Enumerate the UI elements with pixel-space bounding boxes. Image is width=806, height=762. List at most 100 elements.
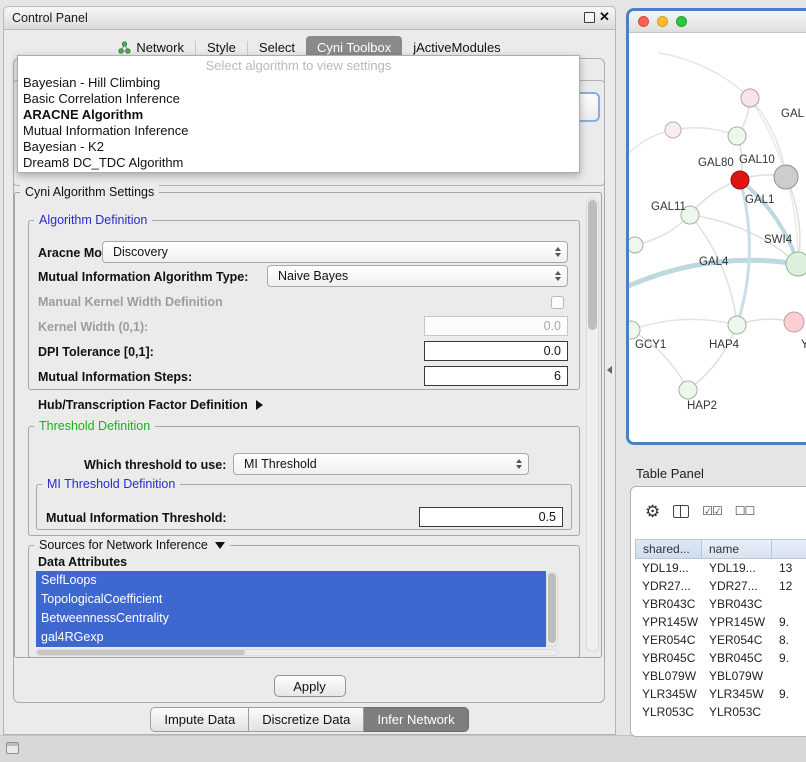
table-cell: 13 (772, 561, 806, 575)
status-strip (0, 735, 806, 762)
table-row[interactable]: YER054CYER054C8. (635, 631, 806, 649)
attributes-list-vscrollbar-thumb[interactable] (548, 573, 556, 643)
mi-steps-input[interactable]: 6 (424, 366, 568, 386)
network-edge[interactable] (673, 128, 737, 136)
network-canvas[interactable]: GALGAL80GAL10GAL11GAL1SWI4GAL4GCY1HAP4HA… (629, 33, 806, 442)
float-window-icon[interactable] (584, 12, 595, 23)
sources-group-title-row[interactable]: Sources for Network Inference (34, 538, 230, 552)
column-header-extra[interactable] (772, 539, 806, 559)
dropdown-item-selected[interactable]: ARACNE Algorithm (18, 107, 579, 123)
network-node[interactable] (741, 89, 759, 107)
splitter-collapse-arrow[interactable] (607, 366, 612, 374)
close-icon[interactable]: ✕ (599, 9, 610, 25)
combo-arrows-icon (516, 459, 522, 469)
collapsed-arrow-icon[interactable] (256, 400, 263, 410)
node-label: SWI4 (764, 234, 793, 246)
network-edge[interactable] (659, 53, 750, 98)
control-panel-titlebar[interactable] (3, 6, 616, 30)
table-cell: YPR145W (635, 615, 702, 629)
table-cell: YDL19... (635, 561, 702, 575)
hub-definition-label: Hub/Transcription Factor Definition (38, 398, 248, 412)
tab-discretize-data[interactable]: Discretize Data (249, 707, 364, 732)
table-row[interactable]: YBL079WYBL079W (635, 667, 806, 685)
dropdown-item[interactable]: Bayesian - K2 (18, 139, 579, 155)
node-label: GAL10 (739, 154, 775, 166)
table-row[interactable]: YDR27...YDR27...12 (635, 577, 806, 595)
minimize-traffic-light[interactable] (657, 16, 668, 27)
dropdown-item[interactable]: Bayesian - Hill Climbing (18, 75, 579, 91)
mi-threshold-input[interactable]: 0.5 (419, 507, 563, 527)
tab-cyni-toolbox-label: Cyni Toolbox (317, 40, 391, 55)
table-cell: 9. (772, 687, 806, 701)
node-label: GAL80 (698, 157, 734, 169)
attribute-list-item[interactable]: SelfLoops (36, 571, 546, 590)
attributes-list-vscrollbar[interactable] (546, 571, 558, 647)
network-edge[interactable] (688, 325, 737, 390)
table-cell: YPR145W (702, 615, 772, 629)
network-node[interactable] (629, 237, 643, 253)
gear-icon[interactable]: ⚙ (645, 503, 660, 520)
table-cell: YDR27... (702, 579, 772, 593)
network-edge[interactable] (631, 319, 737, 330)
sources-group-title: Sources for Network Inference (39, 538, 208, 552)
table-panel-title: Table Panel (636, 466, 704, 481)
attribute-list-item[interactable]: BetweennessCentrality (36, 609, 546, 628)
which-threshold-select[interactable]: MI Threshold (233, 453, 529, 475)
attribute-list-item[interactable]: gal4RGexp (36, 628, 546, 647)
attributes-list-hscrollbar[interactable] (36, 649, 558, 656)
network-node[interactable] (728, 127, 746, 145)
dropdown-item[interactable]: Mutual Information Inference (18, 123, 579, 139)
attribute-list-item[interactable]: TopologicalCoefficient (36, 590, 546, 609)
table-cell: YBR043C (635, 597, 702, 611)
table-row[interactable]: YBR045CYBR045C9. (635, 649, 806, 667)
table-row[interactable]: YLR053CYLR053C (635, 703, 806, 721)
threshold-definition-title: Threshold Definition (34, 419, 155, 433)
kernel-width-input[interactable]: 0.0 (424, 316, 568, 336)
network-node[interactable] (728, 316, 746, 334)
network-node[interactable] (629, 321, 640, 339)
table-row[interactable]: YLR345WYLR345W9. (635, 685, 806, 703)
network-node[interactable] (731, 171, 749, 189)
network-node[interactable] (784, 312, 804, 332)
control-panel-title: Control Panel (12, 11, 88, 25)
hub-definition-section[interactable]: Hub/Transcription Factor Definition (38, 398, 263, 412)
settings-scrollbar-thumb[interactable] (588, 200, 597, 330)
node-label: GAL (781, 108, 805, 120)
column-header-name[interactable]: name (702, 539, 772, 559)
network-node[interactable] (665, 122, 681, 138)
tab-network-label: Network (136, 40, 184, 55)
manual-kernel-width-label: Manual Kernel Width Definition (38, 295, 223, 309)
select-all-columns-icon[interactable]: ☑☑ (702, 505, 722, 517)
table-row[interactable]: YPR145WYPR145W9. (635, 613, 806, 631)
network-window-titlebar[interactable] (629, 11, 806, 33)
tab-infer-network[interactable]: Infer Network (364, 707, 468, 732)
network-node[interactable] (679, 381, 697, 399)
close-traffic-light[interactable] (638, 16, 649, 27)
tab-style-label: Style (207, 40, 236, 55)
manual-kernel-width-checkbox[interactable] (551, 296, 564, 309)
settings-scrollbar[interactable] (586, 198, 599, 652)
network-view-window[interactable]: GALGAL80GAL10GAL11GAL1SWI4GAL4GCY1HAP4HA… (626, 8, 806, 445)
table-row[interactable]: YDL19...YDL19...13 (635, 559, 806, 577)
node-label: GAL11 (651, 201, 686, 213)
show-columns-icon[interactable] (673, 505, 689, 518)
network-node[interactable] (774, 165, 798, 189)
table-row[interactable]: YBR043CYBR043C (635, 595, 806, 613)
dpi-tolerance-input[interactable]: 0.0 (424, 341, 568, 361)
network-edge[interactable] (690, 215, 737, 325)
node-label: GCY1 (635, 339, 666, 351)
network-node[interactable] (786, 252, 806, 276)
expanded-arrow-icon[interactable] (215, 542, 225, 549)
zoom-traffic-light[interactable] (676, 16, 687, 27)
dropdown-item[interactable]: Dream8 DC_TDC Algorithm (18, 155, 579, 171)
tab-impute-data[interactable]: Impute Data (150, 707, 249, 732)
minimized-window-icon[interactable] (6, 742, 19, 754)
deselect-all-columns-icon[interactable]: ☐☐ (735, 505, 755, 517)
aracne-mode-select[interactable]: Discovery (102, 241, 568, 263)
table-cell: 9. (772, 615, 806, 629)
table-cell: YBR045C (702, 651, 772, 665)
attributes-list-hscrollbar-thumb[interactable] (37, 650, 245, 655)
dropdown-item[interactable]: Basic Correlation Inference (18, 91, 579, 107)
mi-algorithm-type-select[interactable]: Naive Bayes (267, 265, 568, 287)
column-header-shared-name[interactable]: shared... (635, 539, 702, 559)
